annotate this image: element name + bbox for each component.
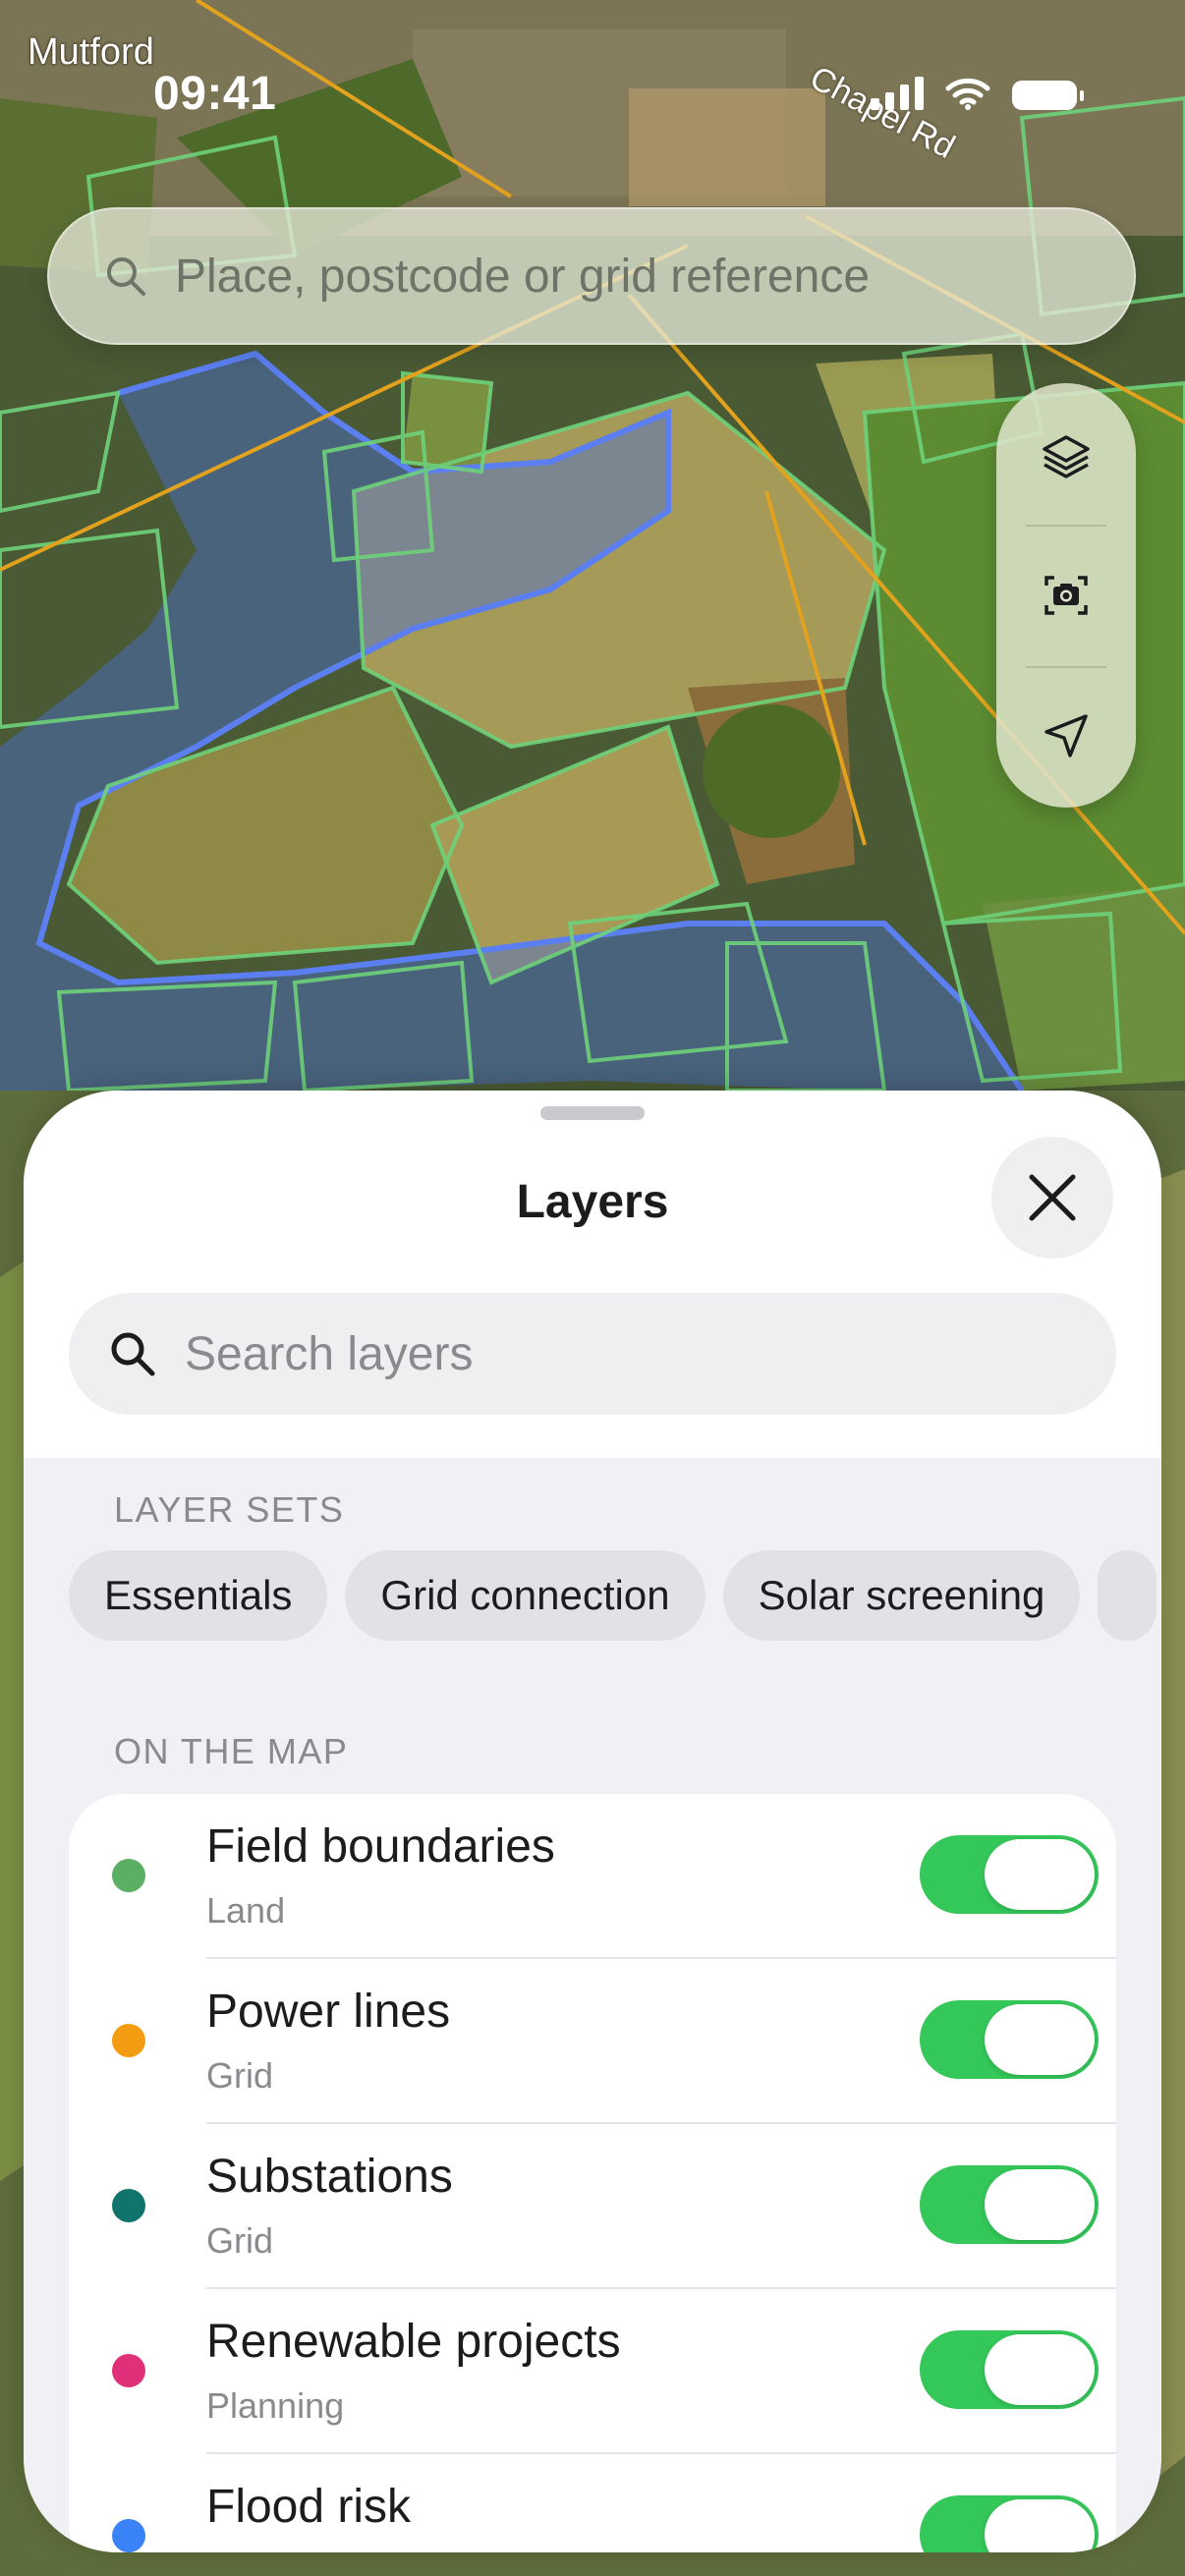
layer-set-chip[interactable]: Solar screening [722,1550,1081,1641]
layer-search-placeholder: Search layers [185,1327,474,1380]
layer-title: Power lines [206,1986,451,2038]
layer-color-dot [112,2024,145,2057]
layer-title: Field boundaries [206,1820,555,1873]
layer-color-dot [112,2189,145,2222]
layer-sets-label: LAYER SETS [114,1489,345,1530]
layer-color-dot [112,2519,145,2552]
search-icon [111,1332,155,1376]
layer-category: Planning [206,2385,345,2426]
layers-icon [1043,435,1090,478]
on-map-label: ON THE MAP [114,1731,349,1771]
toggle-knob [985,1839,1095,1910]
layer-title: Flood risk [206,2481,412,2533]
search-icon [107,257,145,296]
layer-row-substations[interactable]: Substations Grid [69,2124,1116,2289]
cellular-signal-icon [871,75,924,110]
layer-category: Land [206,1890,286,1931]
screenshot-camera-icon [1044,576,1088,615]
sheet-header: Layers Search layers [24,1091,1161,1458]
screenshot-button[interactable] [996,526,1136,665]
layer-category: Grid [206,2055,274,2096]
layers-button[interactable] [996,387,1136,527]
toggle-knob [985,2334,1095,2405]
layer-row-field-boundaries[interactable]: Field boundaries Land [69,1794,1116,1959]
layer-set-chip[interactable]: Grid connection [345,1550,705,1641]
layer-toggle[interactable] [920,2495,1099,2552]
layer-list: Field boundaries Land Power lines Grid S… [69,1794,1116,2552]
locate-me-button[interactable] [996,666,1136,806]
sheet-grabber[interactable] [540,1106,645,1120]
layer-category: Grid [206,2220,274,2261]
map-search-placeholder: Place, postcode or grid reference [175,250,871,303]
toggle-knob [985,2169,1095,2240]
toggle-knob [985,2004,1095,2075]
layer-toggle[interactable] [920,2000,1099,2079]
status-time: 09:41 [153,68,277,120]
layer-color-dot [112,2354,145,2387]
layer-set-chips: Essentials Grid connection Solar screeni… [69,1550,1157,1641]
layer-title: Renewable projects [206,2316,621,2368]
map-controls [996,383,1136,808]
layer-row-power-lines[interactable]: Power lines Grid [69,1959,1116,2124]
layer-row-renewable-projects[interactable]: Renewable projects Planning [69,2289,1116,2454]
map-place-label: Mutford [28,31,154,73]
layer-toggle[interactable] [920,1835,1099,1914]
layers-sheet: Layers Search layers LAYER SETS Essentia… [24,1091,1161,2552]
layer-title: Substations [206,2151,453,2203]
layer-color-dot [112,1859,145,1892]
layer-row-flood-risk[interactable]: Flood risk [69,2454,1116,2552]
close-icon [1029,1174,1076,1221]
battery-icon [1012,81,1084,110]
wifi-icon [945,78,990,110]
toggle-knob [985,2499,1095,2552]
map-search-bar[interactable]: Place, postcode or grid reference [47,207,1136,345]
layer-toggle[interactable] [920,2330,1099,2409]
layer-search-input[interactable]: Search layers [69,1293,1116,1415]
layer-set-chip-overflow[interactable] [1098,1550,1157,1641]
layer-set-chip[interactable]: Essentials [69,1550,328,1641]
status-icons [871,75,1084,110]
layer-toggle[interactable] [920,2165,1099,2244]
close-button[interactable] [991,1137,1113,1259]
location-arrow-icon [1044,714,1088,757]
